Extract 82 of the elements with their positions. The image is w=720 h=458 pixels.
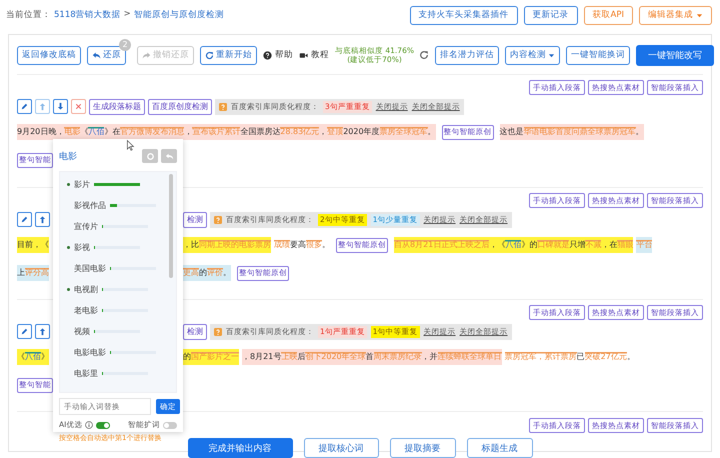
- footer-button[interactable]: 标题生成: [466, 438, 532, 458]
- paragraph-tool-button[interactable]: [71, 99, 86, 114]
- sentence[interactable]: 的国产影片之一: [183, 349, 239, 365]
- candidate-item[interactable]: 影片: [60, 174, 176, 195]
- sentence[interactable]: ，比同期上映的电影票房: [183, 237, 271, 253]
- warning-icon: [219, 102, 227, 110]
- header-button[interactable]: 支持火车头采集器插件: [410, 6, 518, 24]
- sentence[interactable]: 这也是华语电影首度问鼎全球票房冠军。: [500, 124, 644, 140]
- info-icon: [85, 421, 94, 429]
- paragraph-tool-button[interactable]: 检测: [183, 324, 207, 340]
- bullet-dot: [67, 246, 70, 249]
- paragraph-tool-button[interactable]: 检测: [183, 212, 207, 228]
- candidate-item[interactable]: 宣传片: [60, 216, 176, 237]
- sentence[interactable]: 上评分高: [17, 265, 49, 281]
- paragraph-tool-button[interactable]: 生成段落标题: [89, 98, 145, 114]
- rewrite-all-button[interactable]: 一键智能改写: [636, 44, 714, 66]
- pencil-icon: [20, 327, 29, 336]
- breadcrumb-separator: >: [124, 9, 131, 21]
- toggle-switch[interactable]: [96, 422, 110, 428]
- toolbar-button[interactable]: 内容检测: [504, 46, 560, 64]
- down-arrow-icon: [56, 102, 65, 111]
- paragraph-tool-button[interactable]: [35, 324, 50, 339]
- breadcrumb-link[interactable]: 智能原创与原创度检测: [134, 9, 224, 21]
- tutorial-link[interactable]: 教程: [299, 49, 329, 61]
- undo-icon: [92, 50, 101, 60]
- footer-button[interactable]: 完成并输出内容: [188, 438, 292, 458]
- candidate-item[interactable]: 美国电影: [60, 258, 176, 279]
- delete-icon: [74, 102, 83, 111]
- up-arrow-icon: [38, 327, 47, 336]
- bullet-dot: [67, 288, 70, 291]
- footer-button[interactable]: 提取摘要: [390, 438, 456, 458]
- toolbar-button[interactable]: 还原: [87, 46, 126, 64]
- sentence[interactable]: 9月20日晚，电影《八佰》在官方微博发布消息，宣布该片累计全国票房达28.83亿元，登顶2020年度票房全球冠军。: [17, 124, 436, 140]
- header-button[interactable]: 更新记录: [524, 6, 578, 24]
- scrollbar[interactable]: [169, 174, 173, 278]
- candidate-item[interactable]: 影视作品: [60, 195, 176, 216]
- sentence[interactable]: ，8月21号上映后创下2020年全球首周末票房纪录，并连续蝉联全球单日: [242, 349, 502, 365]
- candidate-item[interactable]: 视频: [60, 321, 176, 342]
- sentence[interactable]: 成绩要高很多。: [274, 237, 330, 253]
- undo-icon: [164, 152, 174, 160]
- candidate-item[interactable]: 电影电影: [60, 342, 176, 363]
- refresh-icon[interactable]: [418, 50, 429, 60]
- breadcrumb-label: 当前位置：: [6, 9, 51, 21]
- warning-icon: [214, 328, 222, 336]
- toggle-switch[interactable]: [163, 422, 177, 428]
- pencil-icon: [20, 215, 29, 224]
- redo-icon: [142, 50, 151, 60]
- candidate-item[interactable]: 电视剧: [60, 279, 176, 300]
- breadcrumb-link[interactable]: 5118营销大数据: [54, 9, 121, 21]
- count-badge: 2: [119, 39, 131, 51]
- footer-button[interactable]: 提取核心词: [304, 438, 378, 458]
- sentence[interactable]: 更高的评价。: [183, 265, 231, 281]
- paragraph-tool-button[interactable]: [53, 99, 68, 114]
- sentence[interactable]: 目前，《: [17, 237, 49, 253]
- paragraph-tool-button[interactable]: [17, 212, 32, 227]
- toolbar-button[interactable]: 返回修改底稿: [17, 46, 81, 64]
- pencil-icon: [20, 102, 29, 111]
- toolbar-button[interactable]: 一键智能换词: [566, 46, 630, 64]
- paragraph-tool-button[interactable]: [17, 99, 32, 114]
- popup-title: 电影: [59, 150, 77, 162]
- paragraph-tool-button[interactable]: [35, 212, 50, 227]
- candidate-item[interactable]: 影视: [60, 237, 176, 258]
- toolbar-button[interactable]: 排名潜力评估: [434, 46, 499, 64]
- sentence[interactable]: 票房冠军，累计票房已突破27亿元。: [504, 349, 635, 365]
- up-arrow-icon: [38, 102, 47, 111]
- candidate-item[interactable]: 电影里: [60, 363, 176, 384]
- circle-icon: [146, 152, 154, 160]
- up-arrow-icon: [38, 215, 47, 224]
- paragraph-tool-button[interactable]: [17, 324, 32, 339]
- help-icon: [263, 50, 272, 60]
- help-link[interactable]: 帮助: [263, 49, 293, 61]
- warning-icon: [214, 216, 222, 224]
- candidate-item[interactable]: 老电影: [60, 300, 176, 321]
- video-icon: [299, 50, 308, 60]
- sentence[interactable]: 自从8月21日正式上映之后，《八佰》的口碑就是只增不减，在猫眼: [394, 237, 634, 253]
- sentence[interactable]: 《八佰》: [17, 349, 49, 365]
- caret-icon: [548, 52, 555, 58]
- bullet-dot: [67, 183, 70, 186]
- caret-icon: [696, 12, 703, 18]
- paragraph-tool-button[interactable]: 百度原创度检测: [148, 98, 212, 114]
- refresh-icon: [205, 50, 214, 60]
- toolbar-button[interactable]: 重新开始: [200, 46, 257, 64]
